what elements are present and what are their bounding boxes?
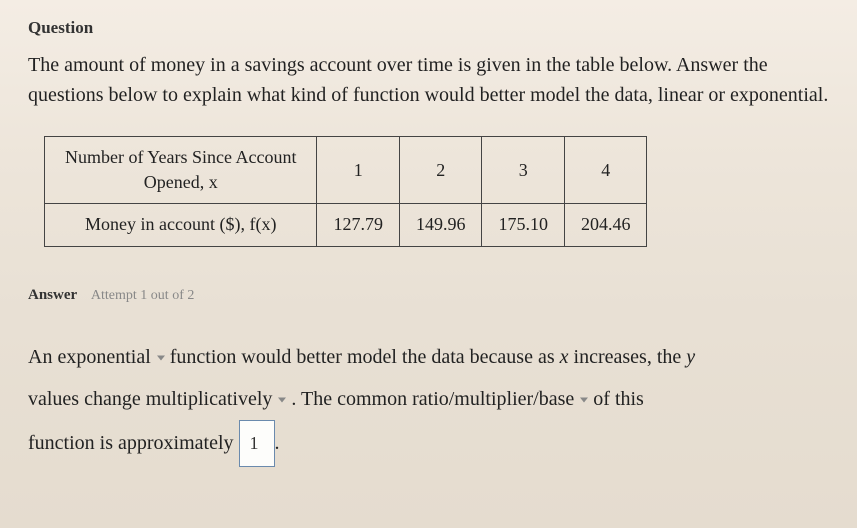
ratio-type-dropdown[interactable]: common ratio/multiplier/base: [337, 378, 588, 420]
question-text: The amount of money in a savings account…: [28, 50, 829, 110]
table-cell: 149.96: [399, 204, 482, 246]
table-cell: 4: [564, 137, 647, 204]
question-label: Question: [28, 18, 829, 38]
text-segment: of this: [588, 388, 644, 410]
table-row: Number of Years Since Account Opened, x …: [45, 137, 647, 204]
text-segment: increases, the: [569, 346, 687, 368]
row-header-years-line2: Opened, x: [144, 172, 218, 192]
row-header-years-line1: Number of Years Since Account: [65, 147, 296, 167]
variable-x: x: [560, 346, 569, 368]
table-cell: 127.79: [317, 204, 400, 246]
text-segment: .: [275, 432, 280, 454]
table-cell: 3: [482, 137, 565, 204]
attempt-text: Attempt 1 out of 2: [91, 288, 194, 303]
variable-y: y: [686, 346, 695, 368]
row-header-years: Number of Years Since Account Opened, x: [45, 137, 317, 204]
table-cell: 204.46: [564, 204, 647, 246]
function-type-dropdown[interactable]: exponential: [57, 336, 164, 378]
text-segment: function would better model the data bec…: [165, 346, 560, 368]
ratio-value-input[interactable]: 1: [239, 420, 275, 468]
change-type-dropdown[interactable]: multiplicatively: [146, 378, 287, 420]
table-row: Money in account ($), f(x) 127.79 149.96…: [45, 204, 647, 246]
data-table: Number of Years Since Account Opened, x …: [44, 136, 647, 247]
text-segment: . The: [286, 388, 337, 410]
row-header-money: Money in account ($), f(x): [45, 204, 317, 246]
answer-label: Answer: [28, 287, 77, 303]
answer-header: Answer Attempt 1 out of 2: [28, 287, 829, 304]
text-segment: function is approximately: [28, 432, 239, 454]
table-cell: 175.10: [482, 204, 565, 246]
text-segment: An: [28, 346, 57, 368]
text-segment: values change: [28, 388, 146, 410]
table-cell: 1: [317, 137, 400, 204]
table-cell: 2: [399, 137, 482, 204]
answer-body: An exponential function would better mod…: [28, 336, 829, 468]
